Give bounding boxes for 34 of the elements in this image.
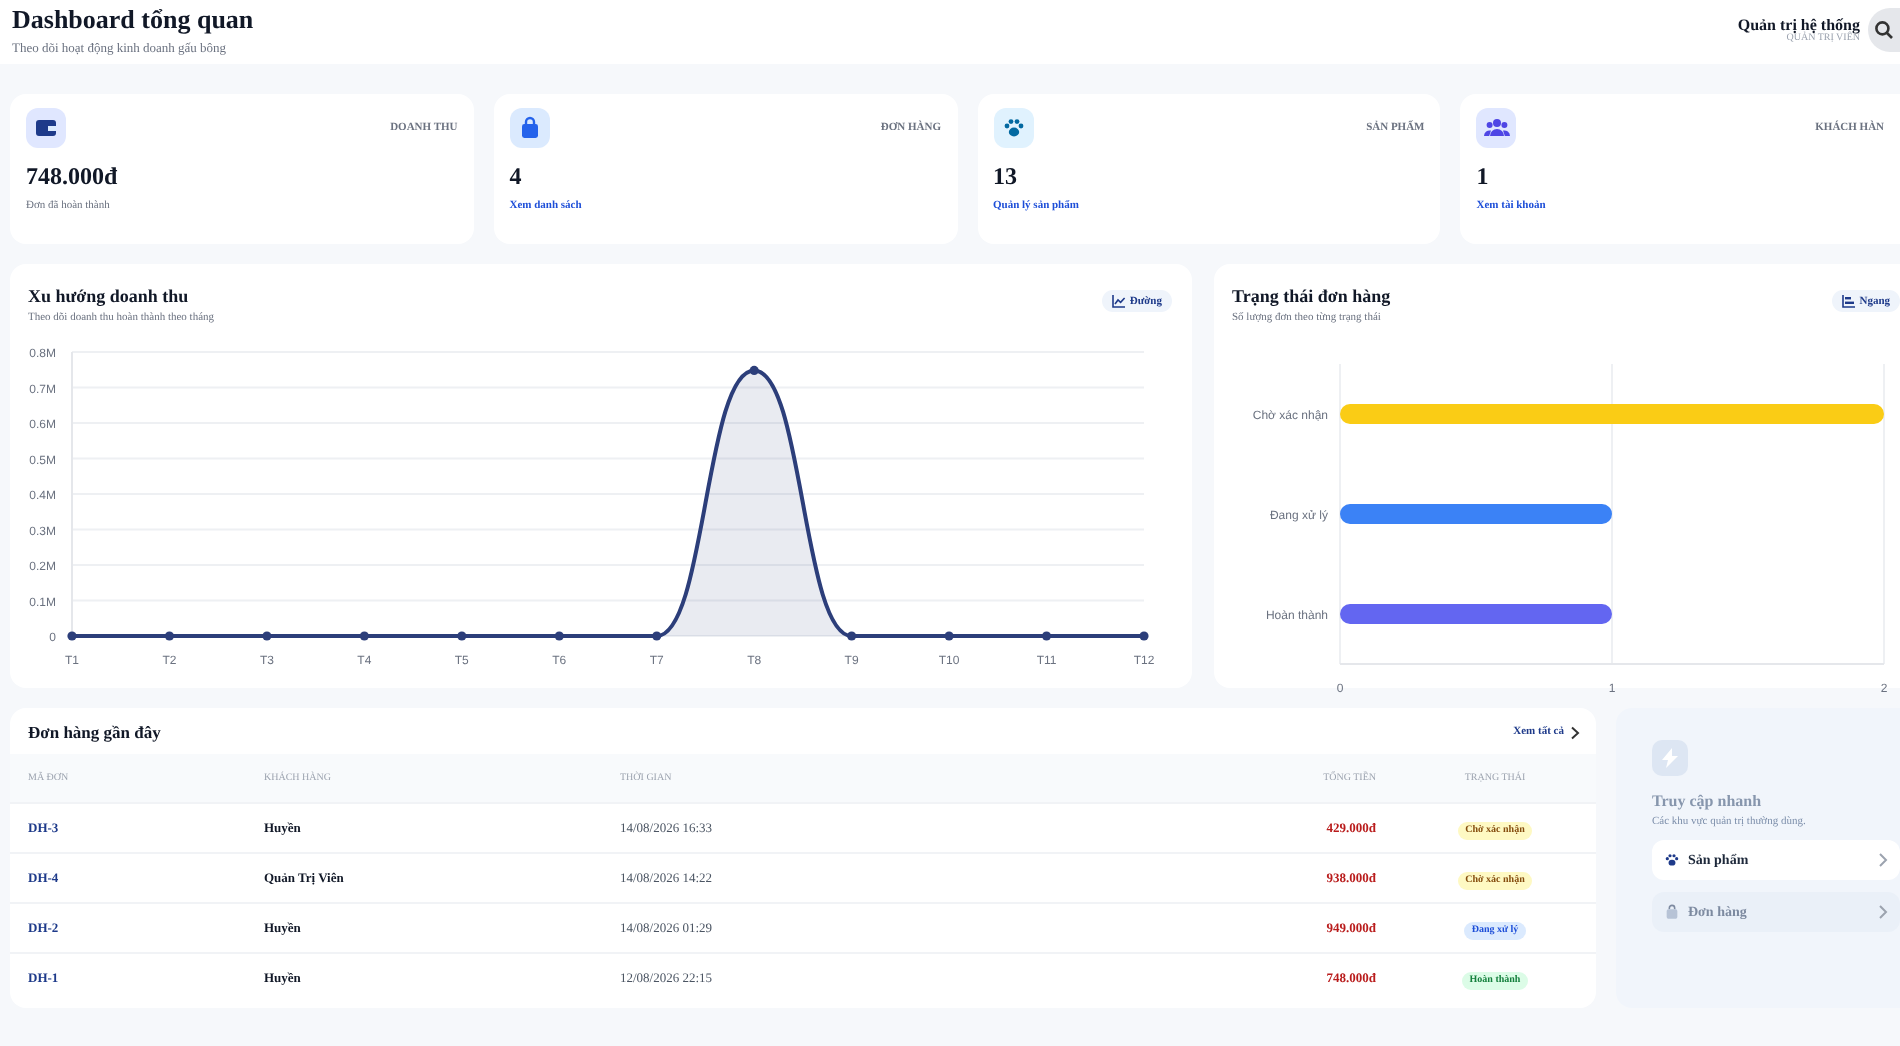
search-icon: [1874, 20, 1894, 40]
line-chart-icon: [1111, 294, 1126, 308]
chevron-right-icon: [1878, 904, 1888, 920]
data-point: [67, 631, 77, 641]
data-point: [359, 631, 369, 641]
data-point: [262, 631, 272, 641]
chart-title: Trạng thái đơn hàng: [1232, 286, 1391, 306]
data-point: [847, 631, 857, 641]
panel-title: Truy cập nhanh: [1652, 792, 1764, 810]
page-title: Dashboard tổng quan: [12, 4, 254, 36]
chart-title: Xu hướng doanh thu: [28, 286, 191, 306]
data-point: [164, 631, 175, 641]
data-point: [749, 365, 759, 376]
data-point: [1041, 631, 1052, 641]
chevron-right-icon: [1570, 725, 1580, 739]
search-button[interactable]: [1868, 8, 1900, 52]
data-point: [554, 631, 564, 641]
data-point: [652, 631, 662, 641]
paw-icon: [993, 108, 1033, 148]
stat-value: 1: [1476, 162, 1491, 192]
user-name: Quản trị hệ thống: [1737, 16, 1860, 34]
section-title: Đơn hàng gần đây: [28, 722, 161, 742]
data-point: [457, 631, 467, 641]
lightning-icon: [1652, 740, 1688, 776]
stat-value: 4: [509, 162, 524, 192]
data-point: [1139, 631, 1149, 641]
paw-icon: [1664, 852, 1680, 868]
wallet-icon: [26, 108, 66, 148]
data-point: [944, 631, 954, 641]
stat-value: 13: [993, 162, 1019, 192]
bar-chart-icon: [1841, 294, 1856, 308]
chevron-right-icon: [1878, 852, 1888, 868]
users-icon: [1476, 108, 1517, 148]
stat-value: 748.000đ: [26, 162, 120, 192]
